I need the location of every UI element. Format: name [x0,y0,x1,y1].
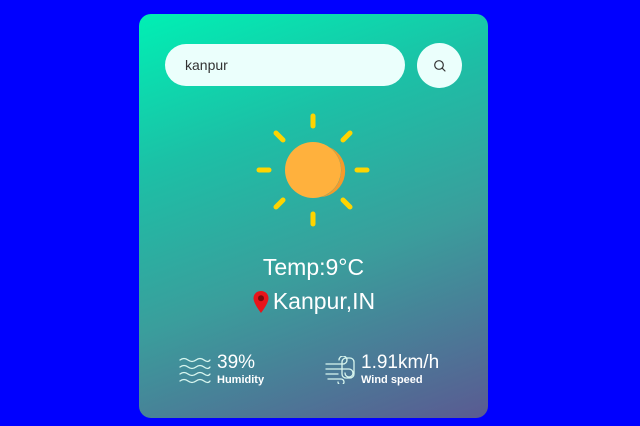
temperature-text: Temp:9°C [262,254,365,280]
search-icon [433,59,446,72]
wind-icon [325,355,355,384]
humidity-block: 39% Humidity [179,352,264,387]
humidity-label: Humidity [217,374,265,386]
location-pin-icon [253,290,269,313]
wind-value: 1.91km/h [361,352,440,373]
search-button[interactable] [417,43,462,88]
wind-label: Wind speed [361,374,423,386]
sun-icon [256,113,370,227]
wind-block: 1.91km/h Wind speed [325,352,439,387]
humidity-value: 39% [217,352,256,373]
location: Kanpur,IN [139,288,488,315]
search-input[interactable] [165,44,405,86]
city-name: Kanpur,IN [272,288,376,314]
weather-card: Temp:9°C Kanpur,IN 39% Humidity [139,14,488,418]
waves-icon [179,357,211,383]
